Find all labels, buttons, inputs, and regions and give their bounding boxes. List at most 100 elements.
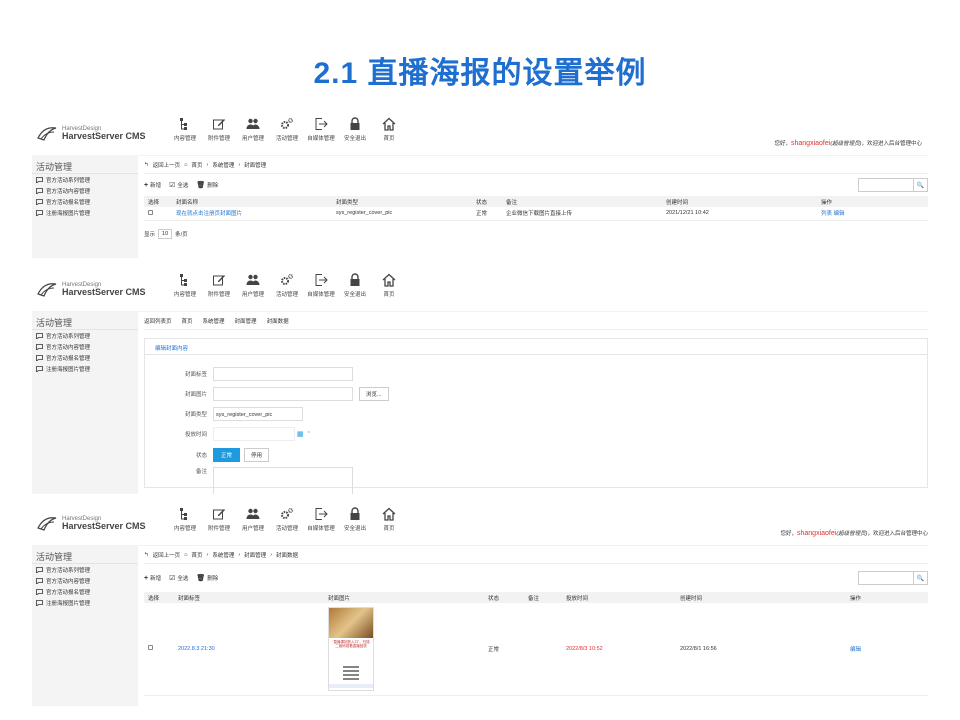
delete-button[interactable]: 🗑 删除 [196, 181, 218, 189]
row-created: 2022/8/1 16:56 [676, 603, 846, 696]
nav-item-2[interactable]: 用户管理 [236, 507, 270, 532]
calendar-icon[interactable]: ▦ [297, 430, 304, 438]
row-checkbox[interactable] [148, 645, 153, 651]
image-input[interactable] [213, 387, 353, 401]
toolbar: + 新增 ☑ 全选 🗑 删除 🔍 [144, 564, 928, 592]
title-input[interactable] [213, 367, 353, 381]
select-all-button[interactable]: ☑ 全选 [169, 574, 188, 582]
sidebar-item-1[interactable]: 官方活动内容管理 [32, 185, 138, 196]
crumb-cover[interactable]: 封面管理 [244, 551, 266, 559]
tab-back-list[interactable]: 返回列表页 [144, 317, 172, 325]
nav-item-3[interactable]: 活动管理 [270, 117, 304, 142]
search-input[interactable] [858, 571, 914, 585]
row-name[interactable]: 现在就点击注册页封面图片 [172, 207, 332, 221]
nav-item-5[interactable]: 安全退出 [338, 117, 372, 142]
crumb-home[interactable]: 首页 [191, 161, 202, 169]
tab-home[interactable]: 首页 [182, 317, 193, 325]
nav-item-5[interactable]: 安全退出 [338, 507, 372, 532]
nav-item-4[interactable]: 自媒体管理 [304, 273, 338, 298]
sidebar-item-0[interactable]: 官方活动系列管理 [32, 174, 138, 185]
sidebar-title: 活动管理 [32, 156, 138, 174]
sidebar-item-2[interactable]: 官方活动报名管理 [32, 196, 138, 207]
delete-button[interactable]: 🗑 删除 [196, 574, 218, 582]
form-tab[interactable]: 编辑封面内容 [145, 339, 927, 355]
poster-thumbnail[interactable]: “直播课回放入口”，扫描二维码观看直播回放 [328, 606, 374, 691]
nav-item-4[interactable]: 自媒体管理 [304, 507, 338, 532]
nav-item-0[interactable]: 内容管理 [168, 117, 202, 142]
comment-icon [36, 588, 43, 595]
nav-item-6[interactable]: 首页 [372, 273, 406, 298]
sidebar-item-0[interactable]: 官方活动系列管理 [32, 564, 138, 575]
users-icon [246, 273, 260, 287]
type-input[interactable]: sys_register_cover_pic [213, 407, 303, 421]
add-button[interactable]: + 新增 [144, 574, 161, 583]
nav-item-1[interactable]: 附件管理 [202, 507, 236, 532]
col-name: 封面名称 [172, 196, 332, 207]
pager: 显示 10 条/页 [144, 228, 928, 239]
tab-cover[interactable]: 封面管理 [235, 317, 257, 325]
nav-item-1[interactable]: 附件管理 [202, 117, 236, 142]
time-input[interactable] [213, 427, 295, 441]
col-type: 封面类型 [332, 196, 472, 207]
note-textarea[interactable] [213, 467, 353, 494]
search-box: 🔍 [858, 178, 928, 192]
required-mark: * [307, 431, 310, 437]
username[interactable]: shangxiaofei [797, 530, 836, 537]
slide-title: 2.1 直播海报的设置举例 [313, 57, 647, 90]
nav-item-3[interactable]: 活动管理 [270, 507, 304, 532]
sidebar-item-3[interactable]: 注册海报图片管理 [32, 363, 138, 374]
crumb-cover-data[interactable]: 封面数据 [276, 551, 298, 559]
tab-system[interactable]: 系统管理 [203, 317, 225, 325]
label-image: 封面图片 [184, 392, 207, 398]
crumb-sep: › [206, 161, 209, 168]
nav-item-0[interactable]: 内容管理 [168, 507, 202, 532]
add-button[interactable]: + 新增 [144, 181, 161, 190]
browse-button[interactable]: 浏览... [359, 387, 389, 401]
crumb-system[interactable]: 系统管理 [212, 161, 234, 169]
row-edit[interactable]: 编辑 [846, 603, 928, 696]
sidebar-item-2[interactable]: 官方活动报名管理 [32, 586, 138, 597]
comment-icon [36, 187, 43, 194]
crumb-back[interactable]: 返回上一页 [153, 161, 181, 169]
field-time: 投放时间 ▦ * [145, 427, 310, 441]
row-ops[interactable]: 列表 编辑 [817, 207, 928, 221]
nav-item-4[interactable]: 自媒体管理 [304, 117, 338, 142]
nav-item-6[interactable]: 首页 [372, 117, 406, 142]
page-size-select[interactable]: 10 [158, 228, 173, 239]
status-off-button[interactable]: 停用 [244, 448, 270, 462]
sidebar-item-1[interactable]: 官方活动内容管理 [32, 575, 138, 586]
username[interactable]: shangxiaofei [791, 140, 830, 147]
sidebar-item-1[interactable]: 官方活动内容管理 [32, 341, 138, 352]
user-role: (超级管理员) [836, 531, 868, 537]
sidebar-item-0[interactable]: 官方活动系列管理 [32, 330, 138, 341]
nav-item-3[interactable]: 活动管理 [270, 273, 304, 298]
nav-label: 安全退出 [343, 136, 366, 142]
nav-item-2[interactable]: 用户管理 [236, 273, 270, 298]
crumb-system[interactable]: 系统管理 [212, 551, 234, 559]
sidebar-item-label: 官方活动内容管理 [46, 188, 91, 195]
crumb-back[interactable]: 返回上一页 [153, 551, 181, 559]
status-on-button[interactable]: 正常 [213, 448, 241, 462]
row-checkbox[interactable] [148, 209, 153, 215]
back-icon[interactable]: ↰ [144, 162, 149, 168]
search-icon[interactable]: 🔍 [914, 571, 928, 585]
nav-item-2[interactable]: 用户管理 [236, 117, 270, 142]
search-input[interactable] [858, 178, 914, 192]
table-row: 现在就点击注册页封面图片 sys_register_cover_pic 正常 企… [144, 207, 928, 221]
sidebar-item-3[interactable]: 注册海报图片管理 [32, 207, 138, 218]
nav-item-5[interactable]: 安全退出 [338, 273, 372, 298]
search-box: 🔍 [858, 571, 928, 585]
search-icon[interactable]: 🔍 [914, 178, 928, 192]
select-all-button[interactable]: ☑ 全选 [169, 181, 188, 189]
sidebar-item-2[interactable]: 官方活动报名管理 [32, 352, 138, 363]
nav-item-0[interactable]: 内容管理 [168, 273, 202, 298]
crumb-cover[interactable]: 封面管理 [244, 161, 266, 169]
row-label[interactable]: 2022.8.3 21:30 [174, 603, 324, 696]
nav-item-1[interactable]: 附件管理 [202, 273, 236, 298]
tab-cover-data[interactable]: 封面数据 [267, 317, 289, 325]
nav-item-6[interactable]: 首页 [372, 507, 406, 532]
crumb-home[interactable]: 首页 [191, 551, 202, 559]
back-icon[interactable]: ↰ [144, 552, 149, 558]
nav-label: 内容管理 [173, 292, 196, 298]
sidebar-item-3[interactable]: 注册海报图片管理 [32, 597, 138, 608]
